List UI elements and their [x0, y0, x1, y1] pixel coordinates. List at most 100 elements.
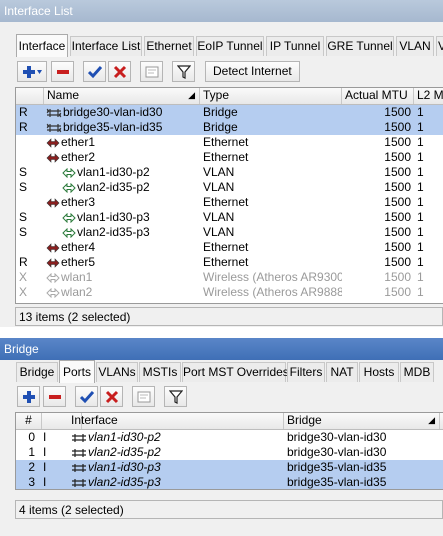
bridge-tabs: Bridge Ports VLANs MSTIs Port MST Overri…	[0, 360, 443, 383]
row-flag: I	[43, 445, 47, 459]
detect-internet-button[interactable]: Detect Internet	[205, 61, 300, 82]
row-name-text: ether1	[61, 135, 96, 149]
table-row[interactable]: 1 Ivlan2-id35-p2 bridge30-vlan-id30	[16, 445, 443, 460]
table-row[interactable]: Svlan1-id30-p2 VLAN 1500 1	[16, 165, 443, 180]
col-number[interactable]: #	[16, 413, 42, 429]
row-name: wlan1	[44, 270, 200, 285]
col-l2-mtu[interactable]: L2 MT	[414, 88, 443, 104]
row-name-text: ether2	[61, 150, 96, 164]
row-name: vlan2-id35-p3	[60, 225, 200, 240]
table-row[interactable]: 0 Ivlan1-id30-p2 bridge30-vlan-id30	[16, 430, 443, 445]
row-flag: X	[19, 270, 28, 284]
tab-ports[interactable]: Ports	[59, 360, 95, 383]
table-row[interactable]: Rbridge30-vlan-id30 Bridge 1500 1	[16, 105, 443, 120]
col-type[interactable]: Type	[200, 88, 342, 104]
add-button[interactable]	[17, 386, 40, 407]
row-flag: R	[19, 255, 28, 269]
enable-button[interactable]	[83, 61, 106, 82]
ports-table: # Interface Bridge ◢ 0 Ivlan1-id30-p2 bridg…	[15, 412, 443, 490]
table-row[interactable]: ether3 Ethernet 1500 1	[16, 195, 443, 210]
table-row[interactable]: Rbridge35-vlan-id35 Bridge 1500 1	[16, 120, 443, 135]
row-flag: R	[19, 105, 28, 119]
vlan-icon	[62, 225, 77, 239]
table-row[interactable]: ether1 Ethernet 1500 1	[16, 135, 443, 150]
row-interface-text: vlan2-id35-p2	[88, 445, 161, 459]
table-row[interactable]: Svlan2-id35-p2 VLAN 1500 1	[16, 180, 443, 195]
comment-button[interactable]	[132, 386, 155, 407]
filter-button[interactable]	[164, 386, 187, 407]
remove-button[interactable]	[51, 61, 74, 82]
tab-gre-tunnel[interactable]: GRE Tunnel	[326, 36, 394, 56]
tab-vlan[interactable]: VLAN	[396, 36, 434, 56]
row-flag: I	[43, 460, 47, 474]
row-actual-mtu: 1500	[384, 135, 411, 149]
row-actual-mtu: 1500	[384, 255, 411, 269]
port-icon	[71, 475, 88, 489]
row-name: vlan1-id30-p2	[60, 165, 200, 180]
bridge-toolbar	[0, 385, 443, 411]
col-interface[interactable]: Interface	[68, 413, 284, 429]
table-row[interactable]: Xwlan1 Wireless (Atheros AR9300) 1500 1	[16, 270, 443, 285]
tab-hosts[interactable]: Hosts	[359, 362, 399, 382]
tab-interface[interactable]: Interface	[16, 34, 68, 57]
row-name-text: vlan2-id35-p2	[77, 180, 150, 194]
comment-button[interactable]	[140, 61, 163, 82]
remove-button[interactable]	[43, 386, 66, 407]
port-icon	[71, 460, 88, 474]
row-bridge: bridge30-vlan-id30	[287, 430, 387, 444]
disable-button[interactable]	[108, 61, 131, 82]
cross-icon	[113, 65, 126, 78]
window-title: Bridge	[0, 338, 443, 360]
table-row[interactable]: 3 Ivlan2-id35-p3 bridge35-vlan-id35	[16, 475, 443, 489]
row-flag	[16, 135, 44, 150]
row-interface-text: vlan1-id30-p3	[88, 460, 161, 474]
col-flags[interactable]	[16, 88, 44, 104]
cross-icon	[105, 390, 118, 403]
col-name[interactable]: Name ◢	[44, 88, 200, 104]
tab-bridge[interactable]: Bridge	[16, 362, 58, 382]
col-bridge[interactable]: Bridge ◢	[284, 413, 440, 429]
row-flag: I	[43, 475, 47, 489]
table-row[interactable]: Svlan1-id30-p3 VLAN 1500 1	[16, 210, 443, 225]
tab-interface-list[interactable]: Interface List	[70, 36, 142, 56]
row-flag: I	[43, 430, 47, 444]
tab-mdb[interactable]: MDB	[400, 362, 434, 382]
row-type: Ethernet	[203, 255, 249, 269]
filter-button[interactable]	[172, 61, 195, 82]
tab-ip-tunnel[interactable]: IP Tunnel	[266, 36, 324, 56]
table-row[interactable]: ether4 Ethernet 1500 1	[16, 240, 443, 255]
interface-status-bar: 13 items (2 selected)	[15, 307, 443, 326]
tab-nat[interactable]: NAT	[326, 362, 358, 382]
row-type: VLAN	[203, 210, 235, 224]
tab-port-mst-overrides[interactable]: Port MST Overrides	[182, 362, 289, 382]
enable-button[interactable]	[75, 386, 98, 407]
tab-eoip-tunnel[interactable]: EoIP Tunnel	[196, 36, 264, 56]
table-row[interactable]: 2 Ivlan1-id30-p3 bridge35-vlan-id35	[16, 460, 443, 475]
tab-mstis[interactable]: MSTIs	[139, 362, 181, 382]
col-actual-mtu[interactable]: Actual MTU	[342, 88, 414, 104]
table-row[interactable]: Xwlan2 Wireless (Atheros AR9888) 1500 1	[16, 285, 443, 300]
row-name-text: ether5	[61, 255, 96, 269]
row-type: Bridge	[203, 120, 238, 134]
table-row[interactable]: Rether5 Ethernet 1500 1	[16, 255, 443, 270]
tab-ethernet[interactable]: Ethernet	[144, 36, 194, 56]
tab-vlans[interactable]: VLANs	[96, 362, 138, 382]
ethernet-icon	[46, 255, 61, 269]
row-interface-text: vlan1-id30-p2	[88, 430, 161, 444]
vlan-icon	[62, 165, 77, 179]
minus-icon	[56, 69, 69, 74]
col-bridge-label: Bridge	[287, 413, 322, 427]
disable-button[interactable]	[100, 386, 123, 407]
tab-overflow[interactable]: V	[436, 36, 443, 56]
add-button[interactable]	[17, 61, 47, 82]
row-flag	[16, 240, 44, 255]
table-row[interactable]: Svlan2-id35-p3 VLAN 1500 1	[16, 225, 443, 240]
wireless-icon	[46, 270, 61, 284]
row-l2-mtu: 1	[417, 180, 424, 194]
port-icon	[71, 445, 88, 459]
row-actual-mtu: 1500	[384, 165, 411, 179]
tab-filters[interactable]: Filters	[287, 362, 325, 382]
table-row[interactable]: ether2 Ethernet 1500 1	[16, 150, 443, 165]
row-type: VLAN	[203, 180, 235, 194]
row-l2-mtu: 1	[417, 210, 424, 224]
